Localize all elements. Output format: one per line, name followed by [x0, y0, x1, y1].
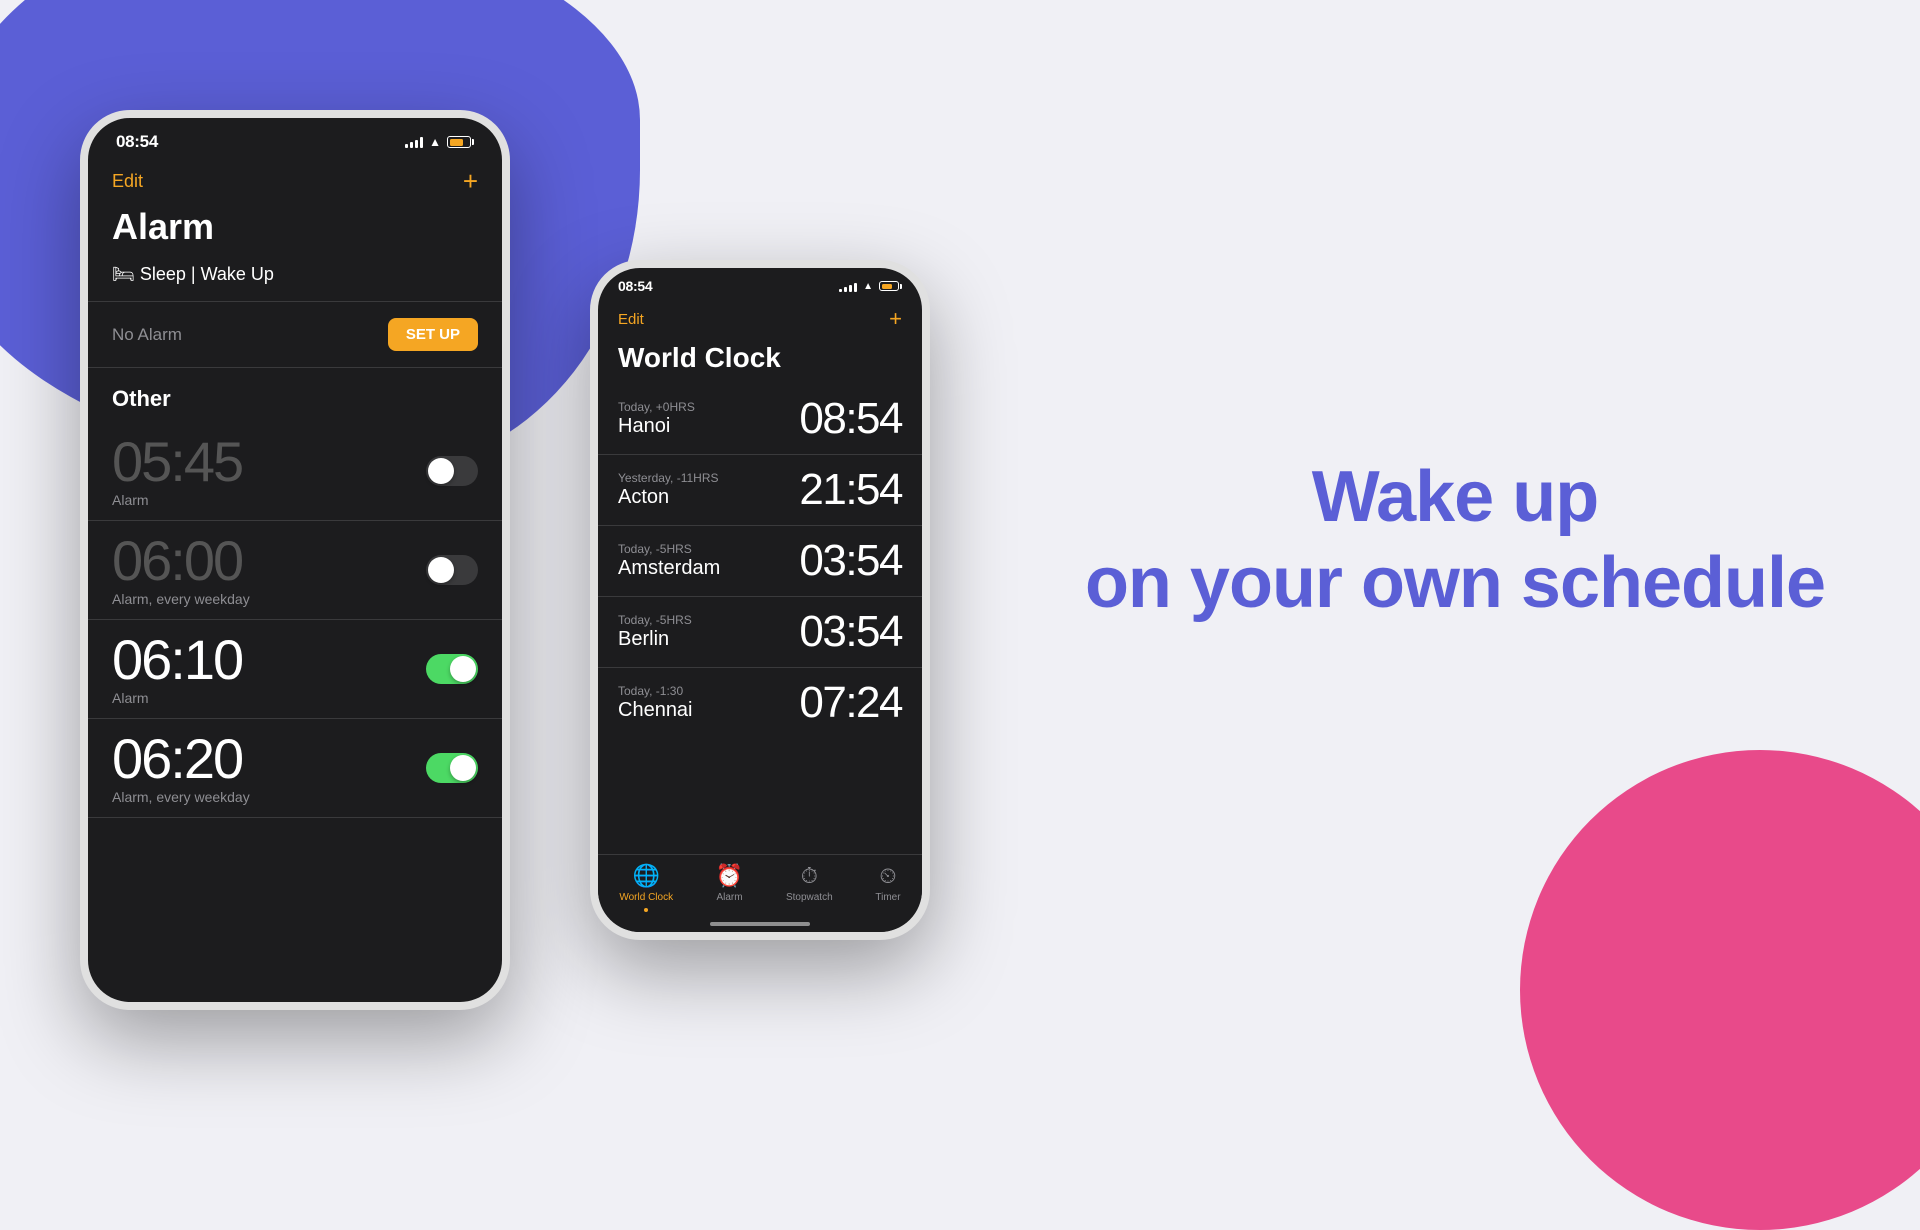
stopwatch-tab-label: Stopwatch — [786, 892, 833, 903]
wc-battery-icon — [879, 281, 902, 291]
no-alarm-text: No Alarm — [112, 325, 182, 345]
alarm-edit-button[interactable]: Edit — [112, 171, 143, 192]
wc-time-hanoi: 08:54 — [799, 394, 902, 444]
wc-header: Edit + — [598, 300, 922, 342]
wc-offset-hanoi: Today, +0HRS — [618, 400, 799, 414]
alarm-time-0: 05:45 — [112, 434, 242, 490]
wc-item-chennai: Today, -1:30 Chennai 07:24 — [598, 668, 922, 738]
hero-line1: Wake up — [1085, 454, 1825, 540]
wifi-icon: ▲ — [429, 135, 441, 149]
alarm-toggle-2[interactable] — [426, 654, 478, 684]
alarm-label-3: Alarm, every weekday — [112, 789, 250, 805]
wc-offset-chennai: Today, -1:30 — [618, 684, 799, 698]
world-clock-tab-icon: 🌐 — [633, 863, 660, 889]
main-container: 08:54 ▲ Edit + — [0, 0, 1920, 1080]
alarm-toggle-0[interactable] — [426, 456, 478, 486]
stopwatch-tab-icon: ⏱ — [801, 863, 818, 889]
setup-button[interactable]: SET UP — [388, 318, 478, 351]
other-section-title: Other — [88, 368, 502, 422]
wc-status-time: 08:54 — [618, 278, 652, 294]
alarm-status-time: 08:54 — [116, 132, 158, 152]
hero-text: Wake up on your own schedule — [1085, 454, 1825, 627]
phone-alarm-mockup: 08:54 ▲ Edit + — [80, 110, 510, 1010]
alarm-page-title: Alarm — [88, 206, 502, 264]
alarm-time-1: 06:00 — [112, 533, 250, 589]
phone-worldclock-mockup: 08:54 ▲ Edit + — [590, 260, 930, 940]
tab-bar: 🌐 World Clock ⏰ Alarm ⏱ Stopwatch ⏲ Time… — [598, 854, 922, 932]
wc-item-hanoi: Today, +0HRS Hanoi 08:54 — [598, 384, 922, 455]
wc-add-button[interactable]: + — [889, 306, 902, 332]
alarm-item-3: 06:20 Alarm, every weekday — [88, 719, 502, 818]
alarm-time-2: 06:10 — [112, 632, 242, 688]
alarm-label-1: Alarm, every weekday — [112, 591, 250, 607]
wc-city-amsterdam: Amsterdam — [618, 557, 799, 580]
wc-edit-button[interactable]: Edit — [618, 311, 644, 328]
timer-tab-label: Timer — [875, 892, 900, 903]
wc-offset-amsterdam: Today, -5HRS — [618, 542, 799, 556]
wc-time-acton: 21:54 — [799, 465, 902, 515]
signal-icon — [405, 136, 423, 148]
alarm-tab-label: Alarm — [716, 892, 742, 903]
wc-city-berlin: Berlin — [618, 628, 799, 651]
tab-world-clock[interactable]: 🌐 World Clock — [619, 863, 673, 912]
wc-time-berlin: 03:54 — [799, 607, 902, 657]
sleep-label: 🛏 Sleep | Wake Up — [112, 264, 478, 285]
tab-stopwatch[interactable]: ⏱ Stopwatch — [786, 863, 833, 912]
wc-status-bar: 08:54 ▲ — [598, 268, 922, 300]
alarm-label-2: Alarm — [112, 690, 242, 706]
alarm-item-1: 06:00 Alarm, every weekday — [88, 521, 502, 620]
tab-active-indicator — [644, 908, 648, 912]
wc-item-berlin: Today, -5HRS Berlin 03:54 — [598, 597, 922, 668]
alarm-header: Edit + — [88, 160, 502, 206]
alarm-label-0: Alarm — [112, 492, 242, 508]
wc-offset-berlin: Today, -5HRS — [618, 613, 799, 627]
wc-offset-acton: Yesterday, -11HRS — [618, 471, 799, 485]
wc-item-amsterdam: Today, -5HRS Amsterdam 03:54 — [598, 526, 922, 597]
world-clock-tab-label: World Clock — [619, 892, 673, 903]
tab-alarm[interactable]: ⏰ Alarm — [716, 863, 743, 912]
alarm-status-bar: 08:54 ▲ — [88, 118, 502, 160]
hero-line2: on your own schedule — [1085, 540, 1825, 626]
sleep-section: 🛏 Sleep | Wake Up — [88, 264, 502, 302]
home-indicator — [710, 922, 810, 926]
alarm-item-2: 06:10 Alarm — [88, 620, 502, 719]
alarm-status-icons: ▲ — [405, 135, 474, 149]
alarm-item-0: 05:45 Alarm — [88, 422, 502, 521]
wc-time-chennai: 07:24 — [799, 678, 902, 728]
wc-item-acton: Yesterday, -11HRS Acton 21:54 — [598, 455, 922, 526]
wc-page-title: World Clock — [598, 342, 922, 384]
alarm-toggle-1[interactable] — [426, 555, 478, 585]
wc-status-icons: ▲ — [839, 280, 902, 292]
alarm-tab-icon: ⏰ — [716, 863, 743, 889]
battery-icon — [447, 136, 474, 148]
wc-time-amsterdam: 03:54 — [799, 536, 902, 586]
wc-city-hanoi: Hanoi — [618, 415, 799, 438]
wc-wifi-icon: ▲ — [863, 281, 873, 292]
alarm-add-button[interactable]: + — [463, 168, 478, 194]
wc-city-chennai: Chennai — [618, 699, 799, 722]
tab-timer[interactable]: ⏲ Timer — [875, 863, 900, 912]
no-alarm-row: No Alarm SET UP — [88, 302, 502, 368]
wc-city-acton: Acton — [618, 486, 799, 509]
wc-signal-icon — [839, 280, 857, 292]
alarm-time-3: 06:20 — [112, 731, 250, 787]
timer-tab-icon: ⏲ — [879, 863, 896, 889]
alarm-toggle-3[interactable] — [426, 753, 478, 783]
hero-text-section: Wake up on your own schedule — [1010, 454, 1840, 627]
